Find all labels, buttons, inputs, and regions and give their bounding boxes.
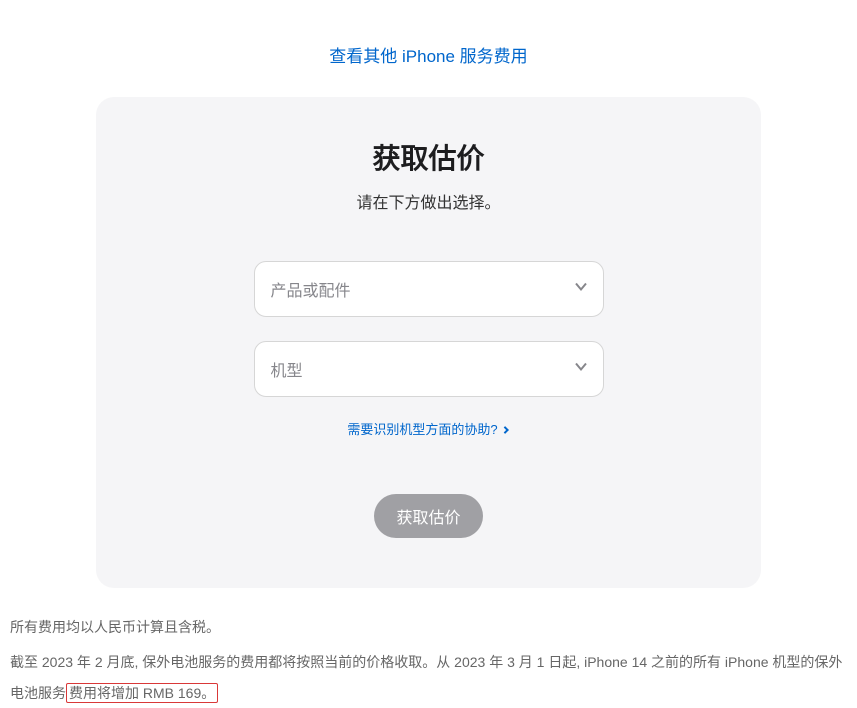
other-services-link[interactable]: 查看其他 iPhone 服务费用 <box>329 47 527 66</box>
footnote-line-1: 所有费用均以人民币计算且含税。 <box>10 612 847 643</box>
top-link-row: 查看其他 iPhone 服务费用 <box>10 0 847 97</box>
product-select-wrap: 产品或配件 <box>254 261 604 317</box>
identify-model-help-link[interactable]: 需要识别机型方面的协助? <box>347 419 509 438</box>
price-increase-highlight: 费用将增加 RMB 169。 <box>66 683 218 703</box>
footnotes: 所有费用均以人民币计算且含税。 截至 2023 年 2 月底, 保外电池服务的费… <box>10 612 847 708</box>
product-select[interactable]: 产品或配件 <box>254 261 604 317</box>
chevron-right-icon <box>498 421 510 436</box>
help-link-label: 需要识别机型方面的协助? <box>347 419 497 438</box>
card-subtitle: 请在下方做出选择。 <box>136 189 721 213</box>
card-title: 获取估价 <box>136 137 721 177</box>
get-estimate-button[interactable]: 获取估价 <box>374 494 482 538</box>
model-select-wrap: 机型 <box>254 341 604 397</box>
model-select[interactable]: 机型 <box>254 341 604 397</box>
estimate-card: 获取估价 请在下方做出选择。 产品或配件 机型 需要识别机型方面的协助? 获取估… <box>96 97 761 588</box>
footnote-line-2: 截至 2023 年 2 月底, 保外电池服务的费用都将按照当前的价格收取。从 2… <box>10 647 847 708</box>
